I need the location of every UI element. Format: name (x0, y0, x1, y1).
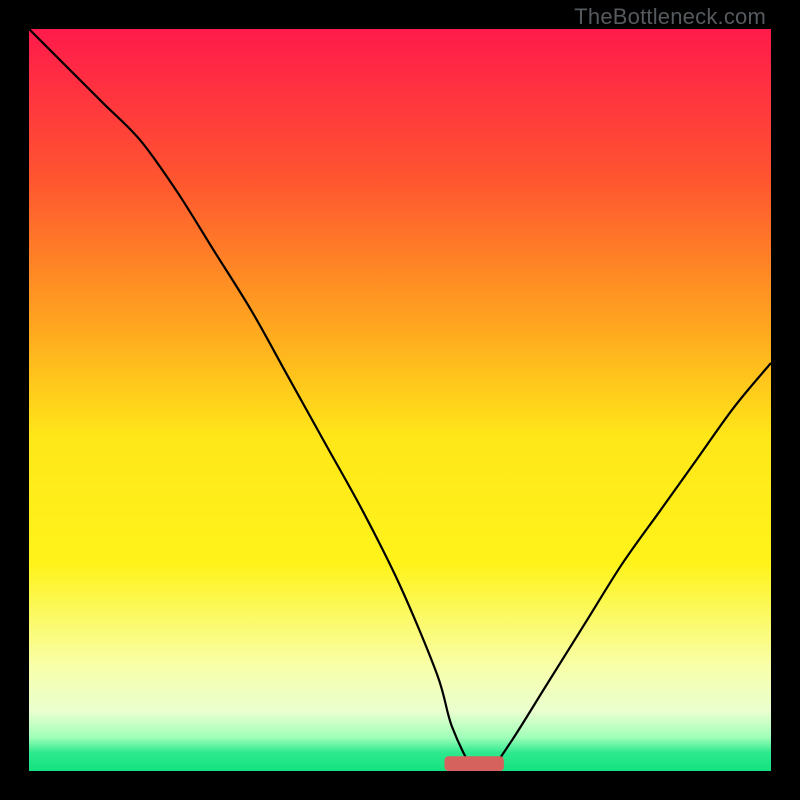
chart-frame (29, 29, 771, 771)
bottleneck-chart (29, 29, 771, 771)
optimal-marker (445, 756, 504, 771)
watermark-text: TheBottleneck.com (574, 4, 766, 30)
